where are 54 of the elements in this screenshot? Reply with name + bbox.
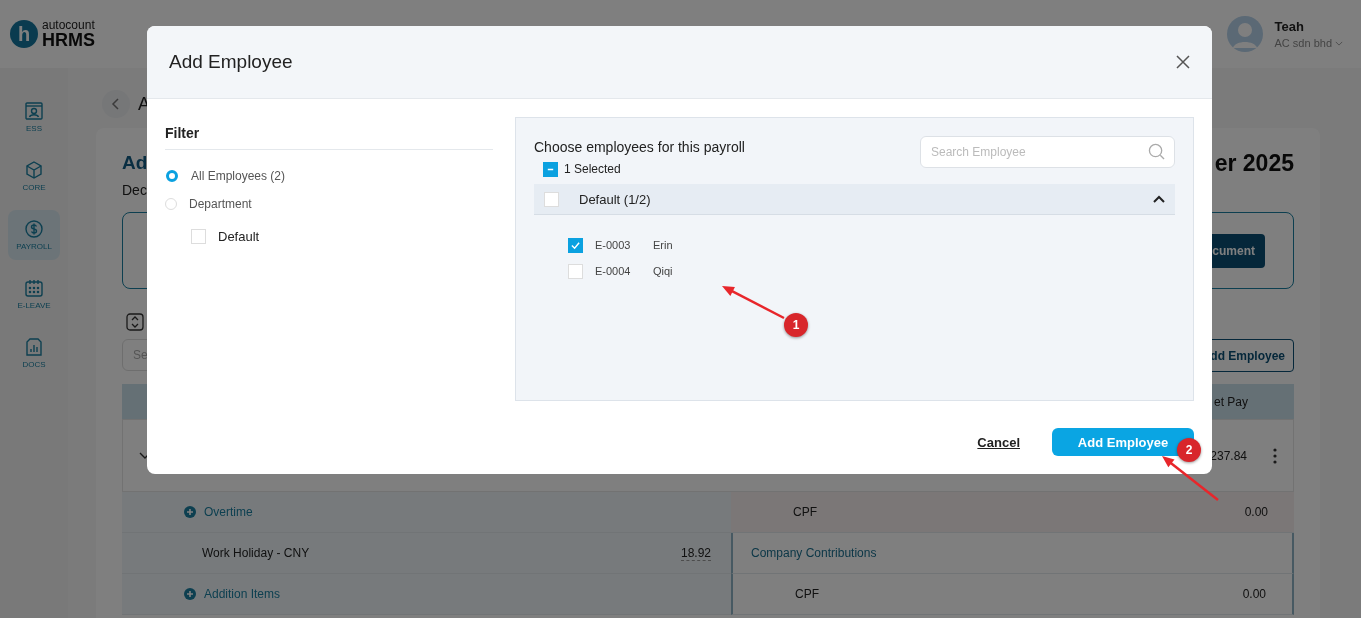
sidebar-item[interactable]: PAYROLL [8, 210, 60, 260]
add-icon[interactable] [184, 588, 196, 600]
avatar-icon[interactable] [1226, 16, 1263, 52]
section-link[interactable]: Overtime [204, 505, 253, 519]
section-link[interactable]: Addition Items [204, 587, 281, 601]
net-pay-value: 237.84 [1210, 448, 1247, 463]
item-value: 0.00 [1244, 505, 1268, 519]
product-name: HRMS [42, 31, 95, 49]
filter-title: Filter [165, 117, 493, 150]
employee-name: Erin [653, 239, 673, 251]
employee-code: E-0004 [595, 265, 632, 277]
payroll-period: er 2025 [1214, 149, 1294, 177]
item-value: 0.00 [1242, 587, 1266, 601]
payroll-subtitle: Dec [122, 182, 148, 198]
expand-icon[interactable] [126, 313, 144, 331]
sidebar-item[interactable]: E-LEAVE [8, 269, 60, 319]
group-label: Default (1/2) [579, 191, 651, 207]
close-icon[interactable] [1176, 55, 1190, 69]
search-field[interactable]: Search Employee [920, 136, 1175, 168]
cube-icon[interactable] [24, 160, 44, 180]
caret-icon[interactable] [1335, 40, 1343, 46]
dialog-title: Add Employee [169, 51, 293, 73]
employee-checkbox[interactable] [568, 237, 583, 253]
filter-option[interactable]: Department [165, 190, 493, 218]
annotation-arrow [722, 286, 785, 320]
dollar-icon[interactable] [24, 219, 44, 239]
cancel-button[interactable]: Cancel [977, 434, 1020, 450]
search-icon[interactable] [1148, 143, 1165, 160]
check-icon [571, 240, 580, 250]
filter-option[interactable]: All Employees (2) [165, 162, 493, 190]
payroll-title: Ad [122, 152, 148, 174]
item-label: CPF [793, 505, 817, 519]
brand-name: autocount [42, 19, 95, 31]
calendar-icon[interactable] [24, 278, 44, 298]
add-icon[interactable] [184, 506, 196, 518]
sidebar-item[interactable]: CORE [8, 151, 60, 201]
user-name: Teah [1274, 19, 1305, 34]
id-card-icon[interactable] [24, 101, 44, 121]
more-icon[interactable] [1273, 447, 1277, 464]
item-label: CPF [795, 587, 819, 601]
sidebar-item[interactable]: ESS [8, 92, 60, 142]
item-value[interactable]: 18.92 [680, 545, 711, 561]
section-heading: Company Contributions [751, 546, 877, 560]
department-checkbox[interactable]: Default [191, 224, 493, 248]
item-label: Work Holiday - CNY [202, 546, 310, 560]
sidebar-item[interactable]: DOCS [8, 328, 60, 378]
employee-code: E-0003 [595, 239, 632, 251]
select-all-checkbox[interactable]: 1 Selected [543, 160, 643, 178]
employee-name: Qiqi [653, 265, 673, 277]
panel-title: Choose employees for this payroll [534, 139, 745, 155]
report-icon[interactable] [24, 337, 44, 357]
collapse-icon[interactable] [1153, 195, 1165, 203]
group-checkbox[interactable] [544, 191, 559, 207]
logo-mark: h [10, 20, 38, 48]
